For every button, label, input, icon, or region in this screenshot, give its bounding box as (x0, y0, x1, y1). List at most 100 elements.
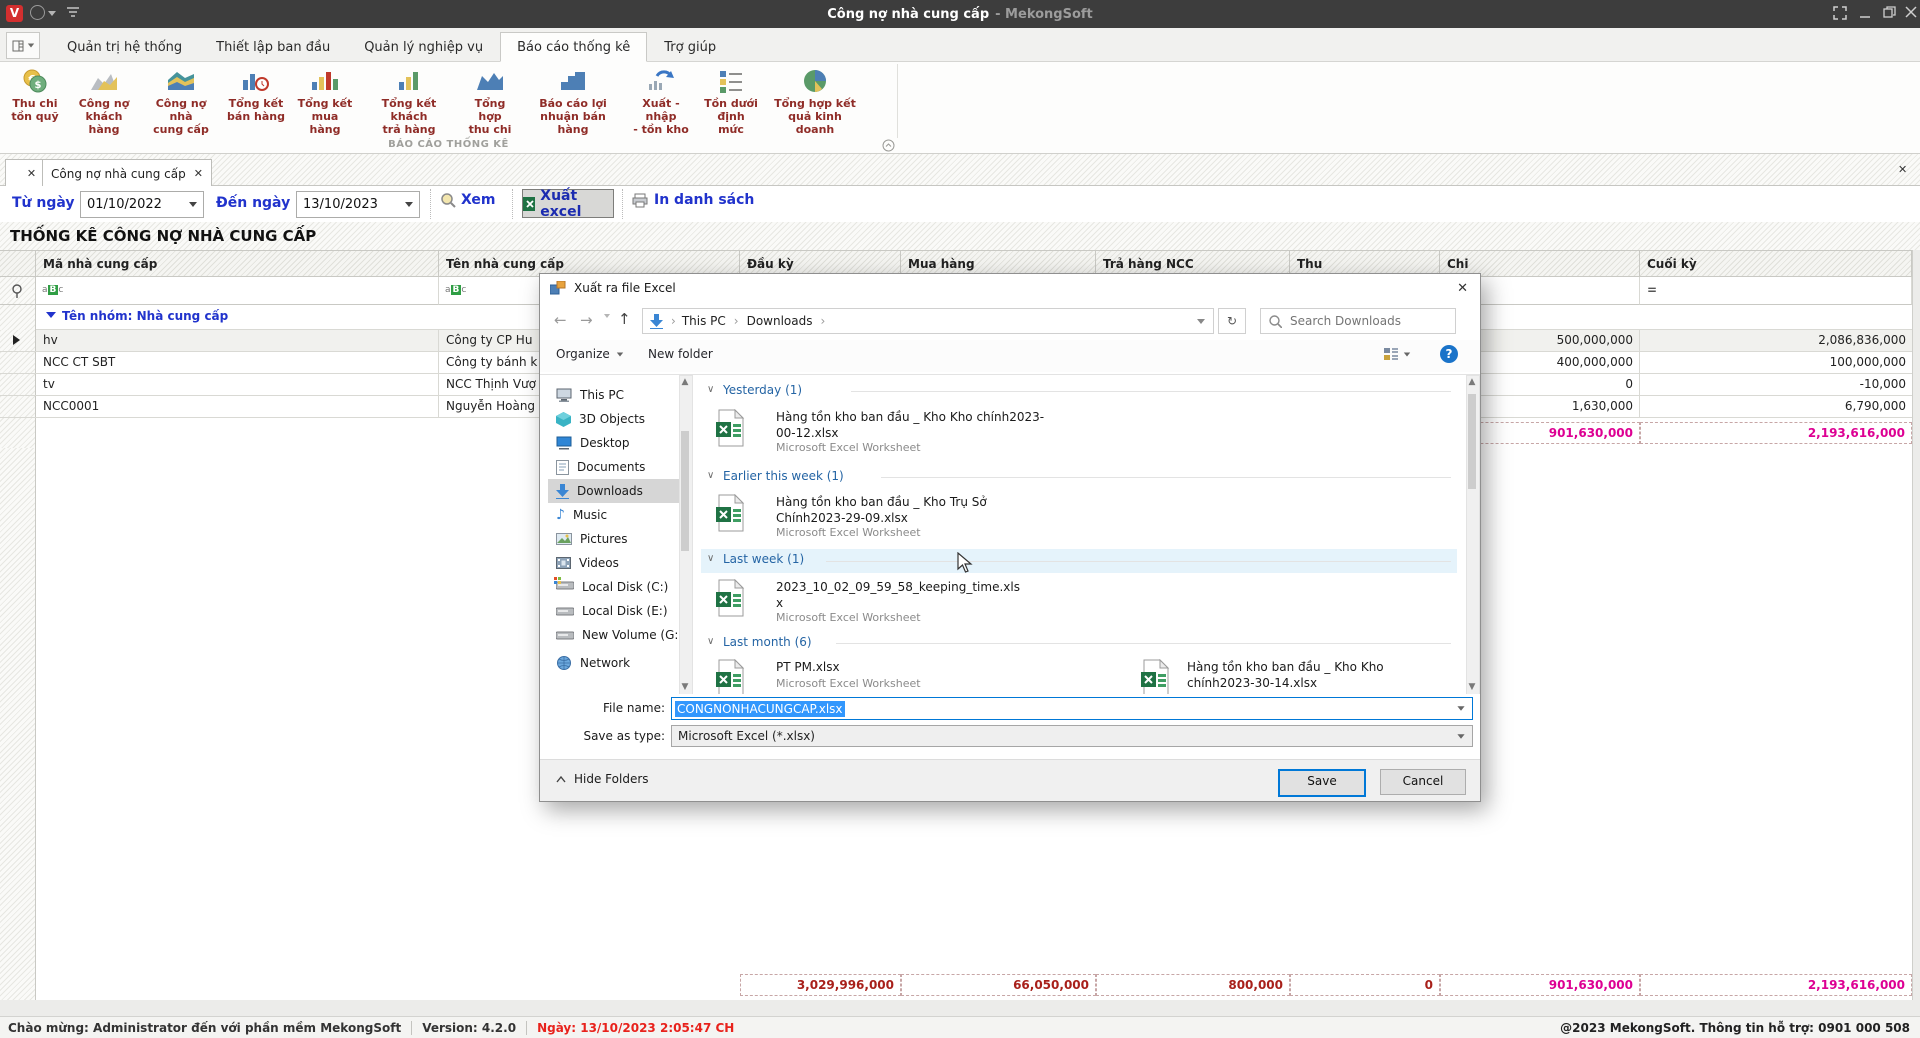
file-group-earlier-this-week[interactable]: ∨ Earlier this week (1) (701, 467, 1457, 489)
search-input[interactable] (1288, 313, 1442, 329)
file-item[interactable]: 2023_10_02_09_59_58_keeping_time.xlsx Mi… (701, 577, 1071, 631)
chevron-down-icon: ∨ (707, 553, 714, 564)
status-version: Version: 4.2.0 (422, 1021, 516, 1035)
sidebar-item-this-pc[interactable]: This PC (548, 383, 686, 407)
to-date-picker[interactable]: 13/10/2023 (296, 191, 420, 218)
group-expand-icon[interactable] (46, 312, 56, 318)
minimize-icon[interactable] (1858, 9, 1872, 19)
sidebar-item-documents[interactable]: Documents (548, 455, 686, 479)
file-item[interactable]: PT PM.xlsx Microsoft Excel Worksheet (701, 657, 1071, 694)
sidebar-item-3d-objects[interactable]: 3D Objects (548, 407, 686, 431)
restore-icon[interactable] (1882, 5, 1896, 19)
caret-down-icon[interactable] (1457, 706, 1464, 711)
document-tab-active[interactable]: Công nợ nhà cung cấp ✕ (42, 159, 212, 187)
new-folder-button[interactable]: New folder (648, 347, 713, 361)
from-date-picker[interactable]: 01/10/2022 (80, 191, 204, 218)
ribbon-button-tong-ket-khach-tra-hang[interactable]: Tổng kết khách trả hàng (361, 64, 457, 140)
ribbon-collapse-icon[interactable] (882, 139, 895, 152)
breadcrumb-folder[interactable]: Downloads (747, 314, 813, 328)
scroll-up-icon[interactable]: ▲ (1467, 377, 1477, 387)
ribbon-button-bao-cao-loi-nhuan[interactable]: Báo cáo lợi nhuận bán hàng (523, 64, 623, 140)
ribbon-button-thu-chi-ton-quy[interactable]: €$ Thu chi tồn quỹ (3, 64, 67, 140)
sidebar-item-desktop[interactable]: Desktop (548, 431, 686, 455)
app-window: V Công nợ nhà cung cấp - MekongSoft Quản… (0, 0, 1920, 1038)
sidebar-item-local-disk-c[interactable]: Local Disk (C:) (548, 575, 686, 599)
help-icon[interactable]: ? (1440, 345, 1458, 363)
breadcrumb[interactable]: › This PC › Downloads › (642, 308, 1214, 334)
tab-quan-ly-nghiep-vu[interactable]: Quản lý nghiệp vụ (347, 32, 500, 62)
close-tab-icon[interactable]: ✕ (194, 167, 203, 180)
file-item[interactable]: Hàng tồn kho ban đầu _ Kho Kho chính2023… (701, 407, 1071, 461)
file-group-last-month[interactable]: ∨ Last month (6) (701, 633, 1457, 655)
address-caret-icon[interactable] (1197, 319, 1205, 324)
dialog-title-bar[interactable]: Xuất ra file Excel ✕ (540, 274, 1480, 302)
sidebar-scrollbar[interactable]: ▲ ▼ (679, 375, 693, 694)
file-group-last-week[interactable]: ∨ Last week (1) (701, 549, 1457, 573)
refresh-icon[interactable]: ↻ (1218, 308, 1246, 334)
scroll-down-icon[interactable]: ▼ (1467, 682, 1477, 692)
tab-thiet-lap-ban-dau[interactable]: Thiết lập ban đầu (199, 32, 347, 62)
printer-icon (632, 193, 648, 208)
ribbon-button-cong-no-khach-hang[interactable]: Công nợ khách hàng (69, 64, 139, 140)
close-window-icon[interactable] (1904, 5, 1918, 19)
svg-text:$: $ (35, 80, 42, 91)
filter-cell-code[interactable]: aBc (36, 277, 439, 305)
forward-icon[interactable]: → (580, 311, 593, 329)
file-name-input[interactable]: CONGNONHACUNGCAP.xlsx (671, 697, 1473, 720)
hide-folders-button[interactable]: Hide Folders (556, 772, 649, 786)
ribbon-button-tong-hop-thu-chi[interactable]: Tổng hợp thu chi (459, 64, 521, 140)
ribbon-button-tong-ket-ban-hang[interactable]: Tổng kết bán hàng (223, 64, 289, 140)
view-button[interactable]: Xem (440, 192, 496, 208)
sidebar-item-local-disk-e[interactable]: Local Disk (E:) (548, 599, 686, 623)
save-button[interactable]: Save (1278, 769, 1366, 797)
scroll-down-icon[interactable]: ▼ (680, 682, 690, 692)
document-tab-strip: ✕ Công nợ nhà cung cấp ✕ ✕ (0, 154, 1920, 186)
column-header-code[interactable]: Mã nhà cung cấp (36, 250, 439, 277)
ribbon-button-tong-ket-mua-hang[interactable]: Tổng kết mua hàng (291, 64, 359, 140)
strip-close-icon[interactable]: ✕ (1898, 163, 1907, 176)
history-caret-icon[interactable] (604, 314, 610, 318)
organize-button[interactable]: Organize (556, 347, 624, 361)
sidebar-item-videos[interactable]: Videos (548, 551, 686, 575)
ribbon-button-cong-no-nha-cung-cap[interactable]: Công nợ nhà cung cấp (141, 64, 221, 140)
breadcrumb-separator-icon: › (820, 314, 825, 328)
file-item[interactable]: Hàng tồn kho ban đầu _ Kho Kho chính2023… (1126, 657, 1456, 694)
file-list-scrollbar[interactable]: ▲ ▼ (1466, 375, 1480, 694)
export-excel-button[interactable]: Xuất excel (522, 189, 614, 218)
tab-bao-cao-thong-ke[interactable]: Báo cáo thống kê (500, 32, 647, 62)
file-item[interactable]: Hàng tồn kho ban đầu _ Kho Trụ Sở Chính2… (701, 492, 1071, 546)
cancel-button[interactable]: Cancel (1380, 769, 1466, 795)
ribbon-menu-button[interactable] (6, 32, 40, 59)
scrollbar-thumb[interactable] (1468, 394, 1476, 489)
ribbon-button-ton-duoi-dinh-muc[interactable]: Tồn dưới định mức (699, 64, 763, 140)
dialog-close-icon[interactable]: ✕ (1457, 281, 1468, 296)
quick-access-filter-icon[interactable] (66, 5, 80, 19)
print-list-button[interactable]: In danh sách (632, 192, 754, 208)
view-options-button[interactable] (1384, 347, 1411, 361)
ribbon-button-tong-hop-ket-qua-kinh-doanh[interactable]: Tổng hợp kết quả kinh doanh (765, 64, 865, 140)
sidebar-item-network[interactable]: Network (548, 651, 686, 675)
back-icon[interactable]: ← (554, 311, 567, 329)
sidebar-item-music[interactable]: ♪Music (548, 503, 686, 527)
ribbon-button-xuat-nhap-ton-kho[interactable]: Xuất - nhập - tồn kho (625, 64, 697, 140)
scroll-up-icon[interactable]: ▲ (680, 377, 690, 387)
filter-cell-closing[interactable]: = (1640, 277, 1912, 305)
column-header-closing[interactable]: Cuối kỳ (1640, 250, 1912, 277)
grid-horizontal-scrollbar[interactable] (0, 1000, 1920, 1016)
search-box[interactable] (1260, 308, 1456, 334)
grid-vertical-scrollbar[interactable] (1912, 250, 1920, 1000)
account-circle-icon[interactable] (30, 5, 45, 20)
tab-quan-tri-he-thong[interactable]: Quản trị hệ thống (50, 32, 199, 62)
scrollbar-thumb[interactable] (681, 431, 689, 551)
tab-tro-giup[interactable]: Trợ giúp (647, 32, 733, 62)
breadcrumb-root[interactable]: This PC (682, 314, 726, 328)
account-caret-icon[interactable] (48, 11, 56, 16)
save-type-select[interactable]: Microsoft Excel (*.xlsx) (671, 725, 1473, 747)
fullscreen-icon[interactable] (1832, 5, 1848, 21)
sidebar-item-pictures[interactable]: Pictures (548, 527, 686, 551)
sidebar-item-new-volume-g[interactable]: New Volume (G:) (548, 623, 686, 647)
up-icon[interactable]: ↑ (618, 310, 631, 328)
sidebar-item-downloads[interactable]: Downloads (548, 479, 686, 503)
file-group-yesterday[interactable]: ∨ Yesterday (1) (701, 381, 1457, 403)
subtotal-closing: 2,193,616,000 (1640, 422, 1912, 444)
